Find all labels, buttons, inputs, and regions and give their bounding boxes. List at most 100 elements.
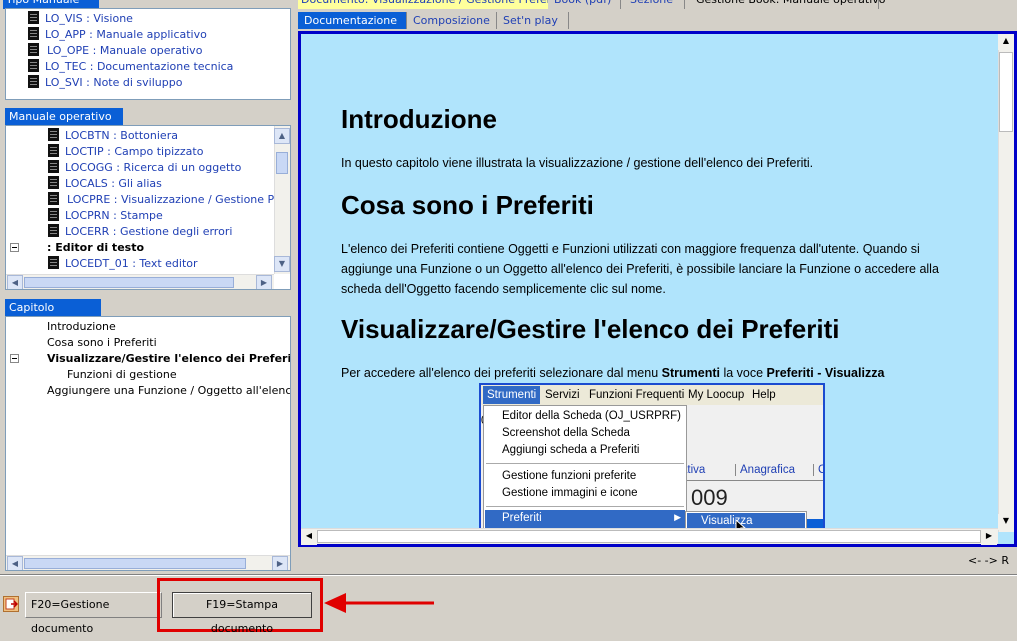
capitolo-panel: Introduzione Cosa sono i Preferiti Visua… [5,316,291,571]
tree-item-label: : Editor di testo [47,241,145,254]
tree-item-editor-di-testo[interactable]: : Editor di testo [10,240,144,256]
tree-item-label: LOCPRN : Stampe [65,209,163,222]
paragraph-intro: In questo capitolo viene illustrata la v… [341,156,814,170]
tab-book-pdf[interactable]: Book (pdf) [551,0,621,9]
collapse-icon[interactable] [10,243,19,252]
menu-servizi: Servizi [545,389,580,401]
status-divider [0,574,1017,576]
chapter-item-visualizzare[interactable]: Visualizzare/Gestire l'elenco dei Prefer… [10,351,291,367]
tree-item-lo-svi[interactable]: LO_SVI : Note di sviluppo [28,75,182,91]
scroll-thumb[interactable] [317,530,981,543]
tab-documentazione[interactable]: Documentazione [298,12,407,29]
tree-item-label: LOCBTN : Bottoniera [65,129,178,142]
bold-preferiti-visualizza: Preferiti - Visualizza [766,366,885,380]
scroll-thumb[interactable] [999,52,1013,132]
horizontal-scrollbar[interactable]: ◀ ▶ [6,274,274,289]
tab-set-n-play[interactable]: Set'n play [497,12,569,29]
paragraph-text: la voce [719,366,767,380]
tree-item-locprn[interactable]: LOCPRN : Stampe [48,208,163,224]
tab-gestione-book[interactable]: Gestione Book: Manuale operativo [693,0,886,9]
tree-item-lo-vis[interactable]: LO_VIS : Visione [28,11,133,27]
chapter-item-introduzione[interactable]: Introduzione [47,319,116,335]
content-vertical-scrollbar[interactable]: ▲ ▼ [998,34,1014,532]
tab-sezione[interactable]: Sezione [627,0,685,9]
manuale-operativo-title[interactable]: Manuale operativo [5,108,123,125]
tree-item-label: LOCOGG : Ricerca di un oggetto [65,161,242,174]
tree-item-locerr[interactable]: LOCERR : Gestione degli errori [48,224,232,240]
heading-introduzione: Introduzione [341,104,497,134]
menu-screenshot-image: Strumenti Servizi Funzioni Frequenti My … [479,383,825,533]
tree-item-label: LOCERR : Gestione degli errori [65,225,233,238]
menu-item-gestione-funzioni: Gestione funzioni preferite [502,470,637,482]
tree-item-label-selected: LO_OPE : Manuale operativo [47,44,203,57]
manuale-operativo-panel: LOCBTN : Bottoniera LOCTIP : Campo tipiz… [5,125,291,290]
content-horizontal-scrollbar[interactable]: ◀ ▶ [301,528,998,545]
chapter-item-aggiungere[interactable]: Aggiungere una Funzione / Oggetto all'el… [47,383,290,399]
document-icon [48,176,59,189]
horizontal-scrollbar[interactable]: ◀ ▶ [6,555,290,570]
exit-icon[interactable] [3,596,19,612]
heading-visualizzare: Visualizzare/Gestire l'elenco dei Prefer… [341,314,840,344]
tree-item-lo-ope[interactable]: LO_OPE : Manuale operativo [28,43,204,59]
scroll-thumb[interactable] [24,558,246,569]
scroll-up-icon[interactable]: ▲ [998,34,1014,50]
scroll-right-icon[interactable]: ▶ [256,275,272,289]
tree-item-locogg[interactable]: LOCOGG : Ricerca di un oggetto [48,160,241,176]
menu-item-screenshot: Screenshot della Scheda [502,427,630,439]
tipo-manuale-panel: LO_VIS : Visione LO_APP : Manuale applic… [5,8,291,100]
scroll-down-icon[interactable]: ▼ [274,256,290,272]
scroll-down-icon[interactable]: ▼ [998,514,1014,530]
tree-item-label: LO_VIS : Visione [45,12,133,25]
scroll-left-icon[interactable]: ◀ [7,556,23,570]
collapse-icon[interactable] [10,354,19,363]
chapter-item-funzioni-gestione[interactable]: Funzioni di gestione [67,367,177,383]
menu-item-label: Preferiti [502,512,542,524]
menu-item-aggiungi: Aggiungi scheda a Preferiti [502,444,640,456]
tab-documento[interactable]: Documento: Visualizzazione / Gestione Pr… [298,0,548,9]
status-nav-text[interactable]: <- -> R [968,554,1009,567]
tree-item-label: LOCALS : Gli alias [65,177,162,190]
menu-separator [486,463,684,464]
document-icon [48,256,59,269]
tree-item-lo-app[interactable]: LO_APP : Manuale applicativo [28,27,207,43]
tree-item-locbtn[interactable]: LOCBTN : Bottoniera [48,128,178,144]
paragraph-cosa-sono: L'elenco dei Preferiti contiene Oggetti … [341,242,939,296]
document-icon [28,43,39,56]
heading-cosa-sono: Cosa sono i Preferiti [341,190,594,220]
document-icon [28,75,39,88]
chapter-item-cosa-sono[interactable]: Cosa sono i Preferiti [47,335,157,351]
scroll-right-icon[interactable]: ▶ [981,529,997,545]
scroll-thumb[interactable] [24,277,234,288]
scroll-up-icon[interactable]: ▲ [274,128,290,144]
tree-item-label: LOCEDT_01 : Text editor [65,257,198,270]
tab-composizione[interactable]: Composizione [407,12,497,29]
bg-tab: C [813,464,823,476]
scroll-right-icon[interactable]: ▶ [272,556,288,570]
document-icon [48,144,59,157]
capitolo-title[interactable]: Capitolo [5,299,101,316]
scroll-left-icon[interactable]: ◀ [7,275,23,289]
menu-separator [486,506,684,507]
f20-gestione-documento-button[interactable]: F20=Gestione documento [25,592,162,635]
tree-item-locals[interactable]: LOCALS : Gli alias [48,176,162,192]
document-icon [28,11,39,24]
document-viewer: Introduzione In questo capitolo viene il… [298,31,1017,547]
menu-strumenti: Strumenti [483,386,541,404]
bg-tab: Anagrafica [735,464,795,476]
document-icon [48,208,59,221]
scroll-thumb[interactable] [276,152,288,174]
tree-item-label: LO_APP : Manuale applicativo [45,28,207,41]
tree-item-locpre[interactable]: LOCPRE : Visualizzazione / Gestione Pref… [48,192,274,208]
menu-item-gestione-immagini: Gestione immagini e icone [502,487,638,499]
f19-stampa-documento-button[interactable]: F19=Stampa documento [172,592,312,635]
paragraph-text: Per accedere all'elenco dei preferiti se… [341,366,662,380]
red-arrow-icon [324,593,434,613]
tree-item-lo-tec[interactable]: LO_TEC : Documentazione tecnica [28,59,233,75]
paragraph-visualizzare: Per accedere all'elenco dei preferiti se… [341,363,981,383]
tree-item-label: Visualizzare/Gestire l'elenco dei Prefer… [47,352,291,365]
scroll-left-icon[interactable]: ◀ [301,529,317,545]
vertical-scrollbar[interactable]: ▲ ▼ [274,126,290,274]
tree-item-loctip[interactable]: LOCTIP : Campo tipizzato [48,144,203,160]
bg-tab-row: ativa Anagrafica C [677,461,823,481]
tree-item-locedt-01[interactable]: LOCEDT_01 : Text editor [48,256,198,272]
